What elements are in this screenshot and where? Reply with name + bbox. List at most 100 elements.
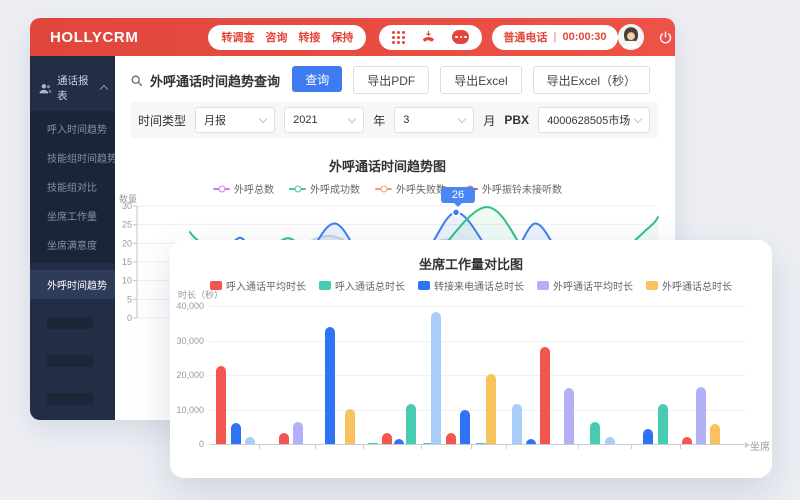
bar-blue-23[interactable]: [643, 429, 653, 444]
sidebar-item-2[interactable]: 技能组对比: [30, 172, 115, 201]
x-tick: [680, 445, 681, 449]
bar-teal-24[interactable]: [658, 404, 668, 444]
bar-red-8[interactable]: [382, 433, 392, 444]
axis-arrow-icon: [745, 442, 753, 448]
bar-yellow-16[interactable]: [486, 374, 496, 444]
chart-tooltip: 26: [441, 187, 475, 203]
bar-yellow-6[interactable]: [345, 409, 355, 444]
bar-legend-item-4[interactable]: 外呼通话总时长: [646, 278, 732, 293]
bar-chart-x-axis-line: [210, 444, 745, 445]
y-tick-label: 0: [170, 439, 204, 449]
bar-legend-item-0[interactable]: 呼入通话平均时长: [210, 278, 306, 293]
call-action-button-2[interactable]: 转接: [298, 29, 320, 45]
chat-icon[interactable]: [452, 30, 469, 44]
highlighted-data-point[interactable]: [453, 209, 460, 216]
bar-blue-1[interactable]: [231, 423, 241, 444]
y-tick-label: 20,000: [170, 370, 204, 380]
y-tick-label: 10,000: [170, 405, 204, 415]
sidebar-item-0[interactable]: 呼入时间趋势: [30, 114, 115, 143]
export-pdf-button[interactable]: 导出PDF: [353, 66, 429, 94]
bar-teal-21[interactable]: [590, 422, 600, 444]
bar-yellow-27[interactable]: [710, 424, 720, 444]
time-type-label: 时间类型: [138, 112, 186, 129]
sidebar-skeleton-item: [47, 317, 93, 329]
phone-mode-label: 普通电话: [503, 29, 547, 45]
bar-chart-x-axis-label: 坐席: [750, 438, 770, 453]
pbx-select[interactable]: 4000628505市场: [538, 107, 650, 133]
app-logo: HOLLYCRM: [50, 29, 138, 46]
bar-legend-item-1[interactable]: 呼入通话总时长: [319, 278, 405, 293]
legend-swatch-icon: [319, 281, 331, 290]
avatar[interactable]: [618, 24, 644, 50]
x-tick: [363, 445, 364, 449]
search-button[interactable]: 查询: [292, 66, 342, 92]
y-tick-label: 20: [122, 238, 132, 248]
bar-purple-4[interactable]: [293, 422, 303, 444]
hangup-phone-icon[interactable]: [420, 29, 437, 45]
user-group-icon: [39, 83, 52, 94]
gridline: [210, 341, 745, 342]
sidebar-item-4[interactable]: 坐席满意度: [30, 230, 115, 259]
legend-swatch-icon: [418, 281, 430, 290]
toolbar: 查询 导出PDF 导出Excel 导出Excel（秒）: [292, 66, 675, 94]
call-icon-pill: [379, 25, 482, 50]
chevron-down-icon: [259, 115, 267, 123]
bar-lightBlue-2[interactable]: [245, 437, 255, 444]
export-excel-button[interactable]: 导出Excel: [440, 66, 521, 94]
month-select[interactable]: 3: [394, 107, 474, 133]
bar-blue-5[interactable]: [325, 327, 335, 444]
bar-blue-14[interactable]: [460, 410, 470, 444]
status-divider: |: [553, 31, 556, 43]
bar-lightBlue-17[interactable]: [512, 404, 522, 444]
sidebar-item-3[interactable]: 坐席工作量: [30, 201, 115, 230]
sidebar-item-5[interactable]: 外呼时间趋势: [30, 270, 115, 299]
call-action-button-0[interactable]: 转调查: [221, 29, 254, 45]
chevron-down-icon: [634, 115, 642, 123]
page-title: 外呼通话时间趋势查询: [150, 71, 280, 90]
pbx-value: 4000628505市场: [547, 112, 630, 128]
export-excel-seconds-button[interactable]: 导出Excel（秒）: [533, 66, 650, 94]
bar-lightBlue-22[interactable]: [605, 437, 615, 444]
pbx-label: PBX: [504, 113, 529, 127]
gridline: [210, 375, 745, 376]
legend-swatch-icon: [537, 281, 549, 290]
bar-legend-item-2[interactable]: 转接来电通话总时长: [418, 278, 524, 293]
x-tick: [578, 445, 579, 449]
bar-purple-26[interactable]: [696, 387, 706, 444]
x-tick: [631, 445, 632, 449]
bar-chart-title: 坐席工作量对比图: [170, 254, 772, 273]
time-type-select[interactable]: 月报: [195, 107, 275, 133]
x-tick: [421, 445, 422, 449]
x-tick: [315, 445, 316, 449]
bar-red-0[interactable]: [216, 366, 226, 444]
agent-workload-card: 坐席工作量对比图 呼入通话平均时长呼入通话总时长 转接来电通话总时长外呼通话平均时…: [170, 240, 772, 478]
chevron-up-icon: [100, 85, 108, 93]
call-action-button-3[interactable]: 保持: [331, 29, 353, 45]
call-action-pills: 转调查咨询转接保持: [208, 25, 366, 50]
bar-purple-20[interactable]: [564, 388, 574, 444]
bar-red-13[interactable]: [446, 433, 456, 444]
sidebar-item-1[interactable]: 技能组时间趋势: [30, 143, 115, 172]
legend-marker-icon: [375, 188, 392, 190]
x-tick: [259, 445, 260, 449]
legend-swatch-icon: [646, 281, 658, 290]
y-tick-label: 5: [127, 294, 132, 304]
call-timer: 00:00:30: [563, 31, 607, 43]
sidebar-section-label: 通话报表: [57, 73, 96, 103]
legend-label: 转接来电通话总时长: [434, 278, 524, 293]
power-icon[interactable]: [658, 30, 673, 45]
bar-red-19[interactable]: [540, 347, 550, 444]
bar-teal-10[interactable]: [406, 404, 416, 444]
bar-red-3[interactable]: [279, 433, 289, 444]
call-action-button-1[interactable]: 咨询: [265, 29, 287, 45]
bar-lightBlue-12[interactable]: [431, 312, 441, 444]
dialpad-icon[interactable]: [392, 31, 405, 44]
filter-bar: 时间类型 月报 2021 年 3 月 PBX 4000628505市场: [130, 102, 658, 138]
sidebar-section-call-reports[interactable]: 通话报表: [30, 65, 115, 111]
year-select[interactable]: 2021: [284, 107, 364, 133]
x-tick: [471, 445, 472, 449]
x-tick: [506, 445, 507, 449]
bar-legend-item-3[interactable]: 外呼通话平均时长: [537, 278, 633, 293]
month-value: 3: [403, 114, 409, 126]
bar-red-25[interactable]: [682, 437, 692, 444]
